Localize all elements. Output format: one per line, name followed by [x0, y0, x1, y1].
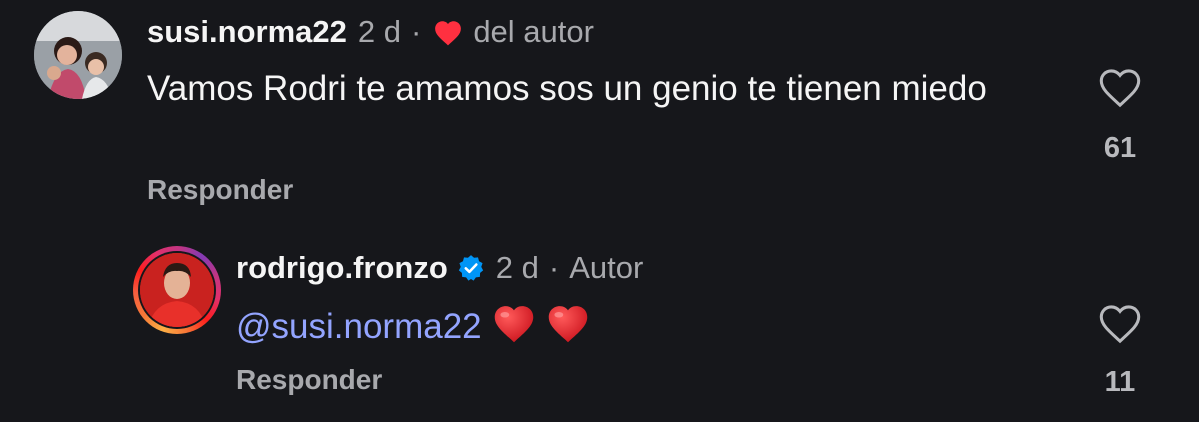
username[interactable]: susi.norma22 — [147, 14, 347, 50]
like-button[interactable] — [1090, 302, 1150, 349]
red-heart-emoji-icon — [546, 302, 590, 355]
comment-header: susi.norma22 2 d · del autor — [147, 14, 594, 50]
heart-outline-icon — [1099, 69, 1141, 108]
username[interactable]: rodrigo.fronzo — [236, 250, 448, 286]
like-count: 61 — [1103, 132, 1137, 164]
comment-text: Vamos Rodri te amamos sos un genio te ti… — [147, 69, 987, 108]
timestamp: 2 d — [357, 14, 401, 49]
author-label: Autor — [569, 250, 644, 285]
like-button[interactable] — [1090, 66, 1150, 113]
separator: · — [410, 14, 422, 49]
avatar[interactable] — [140, 253, 214, 327]
heart-outline-icon — [1099, 305, 1141, 344]
heart-filled-icon — [433, 19, 463, 46]
red-heart-emoji-icon — [492, 302, 536, 355]
comment-text: @susi.norma22 — [236, 302, 590, 355]
comment-header: rodrigo.fronzo 2 d · Autor — [236, 250, 643, 286]
timestamp: 2 d — [495, 250, 539, 285]
avatar[interactable] — [34, 11, 122, 99]
mention-link[interactable]: @susi.norma22 — [236, 307, 482, 346]
separator: · — [548, 250, 560, 285]
avatar-photo-icon — [34, 11, 122, 99]
verified-badge-icon — [457, 254, 485, 282]
like-count: 11 — [1104, 366, 1136, 398]
liked-by-author-label: del autor — [473, 14, 594, 49]
reply-button[interactable]: Responder — [236, 364, 382, 396]
reply-button[interactable]: Responder — [147, 174, 293, 206]
avatar-photo-icon — [140, 253, 214, 327]
